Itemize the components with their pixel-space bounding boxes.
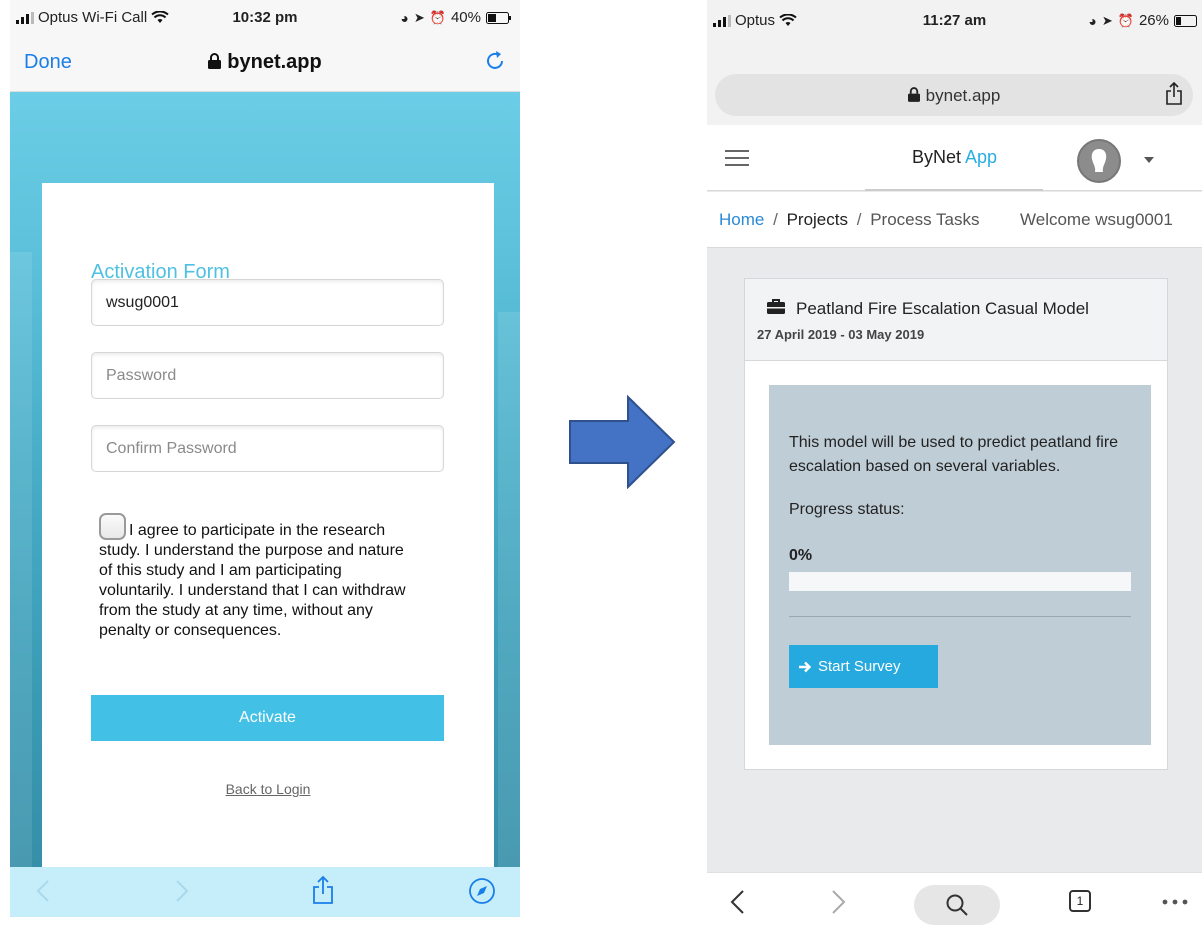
browser-nav-bar: Done bynet.app bbox=[10, 34, 520, 92]
search-icon bbox=[946, 894, 968, 916]
lock-rotation-icon: ◕ bbox=[1088, 12, 1097, 29]
location-icon: ➤ bbox=[1101, 12, 1113, 28]
compass-icon[interactable] bbox=[468, 877, 496, 905]
browser-chrome: Optus 11:27 am ◕ ➤ ⏰ 26% bynet.app bbox=[707, 0, 1202, 125]
section-divider bbox=[789, 616, 1131, 617]
password-field[interactable]: Password bbox=[91, 352, 444, 399]
brand-accent: App bbox=[965, 147, 998, 167]
welcome-text: Welcome wsug0001 bbox=[1020, 210, 1173, 229]
padlock-icon bbox=[208, 53, 222, 69]
project-card-body: This model will be used to predict peatl… bbox=[769, 385, 1151, 745]
breadcrumb-separator: / bbox=[856, 210, 862, 229]
forward-icon[interactable] bbox=[831, 889, 847, 915]
breadcrumb-projects[interactable]: Projects bbox=[787, 210, 848, 229]
progress-label: Progress status: bbox=[789, 501, 905, 518]
project-dates: 27 April 2019 - 03 May 2019 bbox=[757, 327, 925, 342]
background-building bbox=[498, 312, 520, 867]
brand-main: ByNet bbox=[911, 147, 961, 167]
username-field[interactable]: wsug0001 bbox=[91, 279, 444, 326]
activation-form-card: Activation Form wsug0001 Password Confir… bbox=[42, 183, 494, 873]
project-description: This model will be used to predict peatl… bbox=[789, 434, 1119, 475]
project-screen: Optus 11:27 am ◕ ➤ ⏰ 26% bynet.app ByNet… bbox=[707, 0, 1202, 931]
brand-logo[interactable]: ByNet App bbox=[707, 147, 1202, 168]
breadcrumb: Home / Projects / Process Tasks Welcome … bbox=[707, 192, 1202, 248]
address-bar[interactable]: bynet.app bbox=[715, 74, 1193, 116]
progress-bar bbox=[789, 572, 1131, 591]
status-right-group: ◕ ➤ ⏰ 40% bbox=[400, 9, 512, 26]
share-icon[interactable] bbox=[1165, 82, 1183, 106]
project-card: Peatland Fire Escalation Casual Model 27… bbox=[744, 278, 1168, 770]
breadcrumb-trail: Home / Projects / Process Tasks bbox=[719, 210, 979, 230]
transition-arrow-icon bbox=[569, 395, 676, 489]
user-silhouette-icon bbox=[1091, 149, 1107, 172]
arrow-right-icon bbox=[799, 661, 812, 672]
url-text: bynet.app bbox=[227, 51, 322, 73]
lock-rotation-icon: ◕ bbox=[400, 9, 409, 26]
battery-percent: 26% bbox=[1138, 12, 1169, 29]
reload-icon[interactable] bbox=[484, 50, 506, 72]
location-icon: ➤ bbox=[413, 9, 425, 25]
battery-icon bbox=[1174, 14, 1197, 27]
tabs-button[interactable]: 1 bbox=[1069, 890, 1091, 912]
activate-button[interactable]: Activate bbox=[91, 695, 444, 741]
battery-icon bbox=[486, 11, 511, 24]
padlock-icon bbox=[907, 87, 920, 102]
chevron-down-icon[interactable] bbox=[1144, 157, 1154, 163]
progress-value: 0% bbox=[789, 547, 813, 564]
status-right-group: ◕ ➤ ⏰ 26% bbox=[1088, 12, 1198, 29]
url-display: bynet.app bbox=[10, 51, 520, 74]
breadcrumb-home[interactable]: Home bbox=[719, 210, 764, 229]
back-icon[interactable] bbox=[729, 889, 745, 915]
start-survey-label: Start Survey bbox=[818, 658, 901, 675]
status-bar: Optus 11:27 am ◕ ➤ ⏰ 26% bbox=[707, 0, 1202, 34]
breadcrumb-current: Process Tasks bbox=[870, 210, 980, 229]
start-survey-button[interactable]: Start Survey bbox=[789, 645, 938, 688]
background-building bbox=[10, 252, 32, 867]
confirm-password-field[interactable]: Confirm Password bbox=[91, 425, 444, 472]
avatar[interactable] bbox=[1077, 139, 1121, 183]
briefcase-icon bbox=[767, 299, 785, 314]
browser-bottom-bar: 1 bbox=[707, 872, 1202, 931]
header-divider bbox=[865, 189, 1043, 191]
more-options-icon[interactable] bbox=[1162, 899, 1188, 905]
status-bar: Optus Wi-Fi Call 10:32 pm ◕ ➤ ⏰ 40% bbox=[10, 0, 520, 34]
battery-percent: 40% bbox=[450, 9, 481, 26]
breadcrumb-separator: / bbox=[773, 210, 778, 229]
app-header: ByNet App bbox=[707, 125, 1202, 191]
url-text: bynet.app bbox=[925, 86, 1001, 105]
share-icon[interactable] bbox=[312, 875, 334, 905]
activation-screen: Optus Wi-Fi Call 10:32 pm ◕ ➤ ⏰ 40% Done… bbox=[10, 0, 520, 917]
alarm-icon: ⏰ bbox=[429, 9, 446, 25]
back-icon[interactable] bbox=[36, 879, 50, 903]
back-to-login-link[interactable]: Back to Login bbox=[42, 781, 494, 797]
forward-icon[interactable] bbox=[175, 879, 189, 903]
browser-toolbar bbox=[10, 867, 520, 917]
search-button[interactable] bbox=[914, 885, 1000, 925]
project-card-header: Peatland Fire Escalation Casual Model 27… bbox=[745, 279, 1167, 361]
project-title: Peatland Fire Escalation Casual Model bbox=[796, 299, 1089, 318]
url-display: bynet.app bbox=[715, 86, 1193, 106]
tab-count: 1 bbox=[1076, 894, 1084, 908]
agree-label: I agree to participate in the research s… bbox=[99, 522, 406, 639]
alarm-icon: ⏰ bbox=[1117, 12, 1134, 28]
